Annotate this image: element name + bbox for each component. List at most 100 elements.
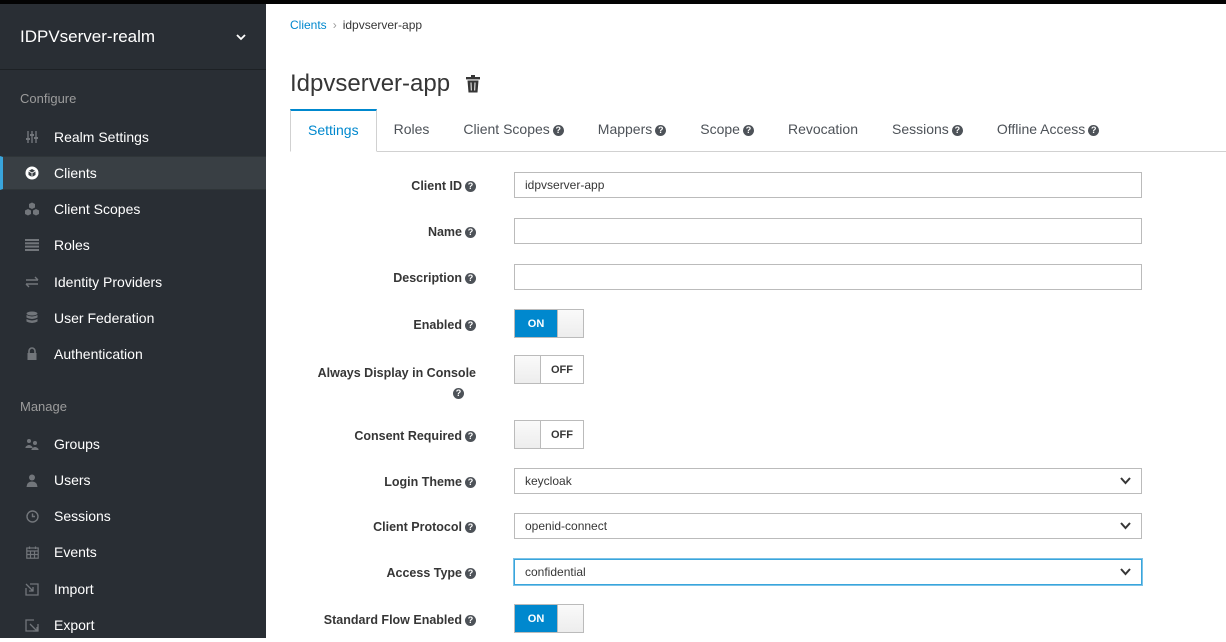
tab-label: Client Scopes	[463, 121, 549, 137]
help-icon[interactable]: ?	[1088, 125, 1099, 136]
sidebar-item-users[interactable]: Users	[0, 463, 266, 497]
sidebar-item-label: Events	[54, 544, 97, 560]
standard-flow-toggle[interactable]: ON	[514, 604, 584, 633]
sidebar-item-clients[interactable]: Clients	[0, 156, 266, 190]
sidebar-item-import[interactable]: Import	[0, 572, 266, 606]
always-display-label-wrap: Always Display in Console?	[266, 363, 476, 403]
description-field[interactable]	[514, 264, 1142, 290]
help-icon[interactable]: ?	[465, 227, 476, 238]
client-tabs: Settings Roles Client Scopes? Mappers? S…	[290, 109, 1226, 152]
tab-label: Scope	[700, 121, 740, 137]
sidebar-item-label: Roles	[54, 237, 90, 253]
login-theme-select[interactable]: keycloak	[514, 468, 1142, 494]
sidebar-item-label: Users	[54, 472, 91, 488]
toggle-knob	[515, 356, 541, 383]
help-icon[interactable]: ?	[453, 388, 464, 399]
enabled-label-wrap: Enabled?	[266, 318, 476, 332]
help-icon[interactable]: ?	[465, 181, 476, 192]
consent-toggle[interactable]: OFF	[514, 420, 584, 449]
export-icon	[24, 617, 40, 633]
sidebar-item-label: Realm Settings	[54, 129, 149, 145]
client-protocol-select[interactable]: openid-connect	[514, 513, 1142, 539]
sidebar-item-label: Authentication	[54, 346, 143, 362]
access-type-select[interactable]: confidential	[514, 559, 1142, 585]
help-icon[interactable]: ?	[743, 125, 754, 136]
page-title-row: Idpvserver-app	[290, 70, 480, 98]
help-icon[interactable]: ?	[465, 477, 476, 488]
list-icon	[24, 237, 40, 253]
exchange-icon	[24, 274, 40, 290]
always-display-label: Always Display in Console	[318, 366, 476, 380]
toggle-state: ON	[515, 310, 557, 337]
breadcrumb: Clients›idpvserver-app	[290, 18, 422, 32]
toggle-state: OFF	[541, 356, 583, 383]
main-content: Clients›idpvserver-app Idpvserver-app Se…	[266, 4, 1226, 638]
toggle-state: ON	[515, 605, 557, 632]
client-id-label: Client ID	[411, 179, 462, 193]
chevron-down-icon	[1120, 567, 1131, 576]
sidebar-item-identity-providers[interactable]: Identity Providers	[0, 265, 266, 299]
user-icon	[24, 472, 40, 488]
sidebar: IDPVserver-realm Configure Realm Setting…	[0, 4, 266, 638]
client-id-label-wrap: Client ID?	[266, 179, 476, 193]
sidebar-item-sessions[interactable]: Sessions	[0, 499, 266, 533]
help-icon[interactable]: ?	[465, 320, 476, 331]
realm-name: IDPVserver-realm	[20, 27, 236, 47]
help-icon[interactable]: ?	[553, 125, 564, 136]
login-theme-label-wrap: Login Theme?	[266, 475, 476, 489]
page-title: Idpvserver-app	[290, 70, 450, 98]
help-icon[interactable]: ?	[465, 522, 476, 533]
configure-heading: Configure	[0, 91, 76, 106]
always-display-toggle[interactable]: OFF	[514, 355, 584, 384]
sidebar-item-export[interactable]: Export	[0, 608, 266, 642]
sidebar-item-roles[interactable]: Roles	[0, 228, 266, 262]
help-icon[interactable]: ?	[465, 615, 476, 626]
sidebar-item-authentication[interactable]: Authentication	[0, 337, 266, 371]
tab-label: Revocation	[788, 121, 858, 137]
tab-label: Settings	[308, 122, 359, 138]
tab-label: Mappers	[598, 121, 652, 137]
help-icon[interactable]: ?	[655, 125, 666, 136]
client-id-field[interactable]	[514, 172, 1142, 198]
sidebar-item-realm-settings[interactable]: Realm Settings	[0, 120, 266, 154]
tab-settings[interactable]: Settings	[290, 109, 377, 152]
trash-icon[interactable]	[466, 75, 480, 93]
breadcrumb-clients-link[interactable]: Clients	[290, 18, 327, 32]
tab-sessions[interactable]: Sessions?	[875, 109, 980, 151]
sliders-icon	[24, 129, 40, 145]
tab-label: Sessions	[892, 121, 949, 137]
toggle-knob	[515, 421, 541, 448]
sidebar-item-client-scopes[interactable]: Client Scopes	[0, 192, 266, 226]
realm-selector[interactable]: IDPVserver-realm	[0, 4, 266, 70]
tab-offline-access[interactable]: Offline Access?	[980, 109, 1116, 151]
enabled-toggle[interactable]: ON	[514, 309, 584, 338]
tab-scope[interactable]: Scope?	[683, 109, 771, 151]
database-icon	[24, 310, 40, 326]
description-label-wrap: Description?	[266, 271, 476, 285]
help-icon[interactable]: ?	[465, 431, 476, 442]
tab-label: Roles	[394, 121, 430, 137]
sidebar-item-label: Import	[54, 581, 94, 597]
help-icon[interactable]: ?	[465, 273, 476, 284]
tab-mappers[interactable]: Mappers?	[581, 109, 683, 151]
sidebar-item-label: Export	[54, 617, 94, 633]
sidebar-item-label: Sessions	[54, 508, 111, 524]
name-label: Name	[428, 225, 462, 239]
tab-revocation[interactable]: Revocation	[771, 109, 875, 151]
help-icon[interactable]: ?	[952, 125, 963, 136]
chevron-down-icon	[1120, 521, 1131, 530]
select-value: keycloak	[525, 474, 572, 488]
toggle-knob	[557, 605, 583, 632]
help-icon[interactable]: ?	[465, 568, 476, 579]
users-icon	[24, 436, 40, 452]
sidebar-item-groups[interactable]: Groups	[0, 427, 266, 461]
tab-roles[interactable]: Roles	[377, 109, 447, 151]
toggle-state: OFF	[541, 421, 583, 448]
lock-icon	[24, 346, 40, 362]
name-field[interactable]	[514, 218, 1142, 244]
select-value: openid-connect	[525, 519, 607, 533]
sidebar-item-user-federation[interactable]: User Federation	[0, 301, 266, 335]
tab-client-scopes[interactable]: Client Scopes?	[446, 109, 580, 151]
cube-icon	[24, 165, 40, 181]
sidebar-item-events[interactable]: Events	[0, 535, 266, 569]
